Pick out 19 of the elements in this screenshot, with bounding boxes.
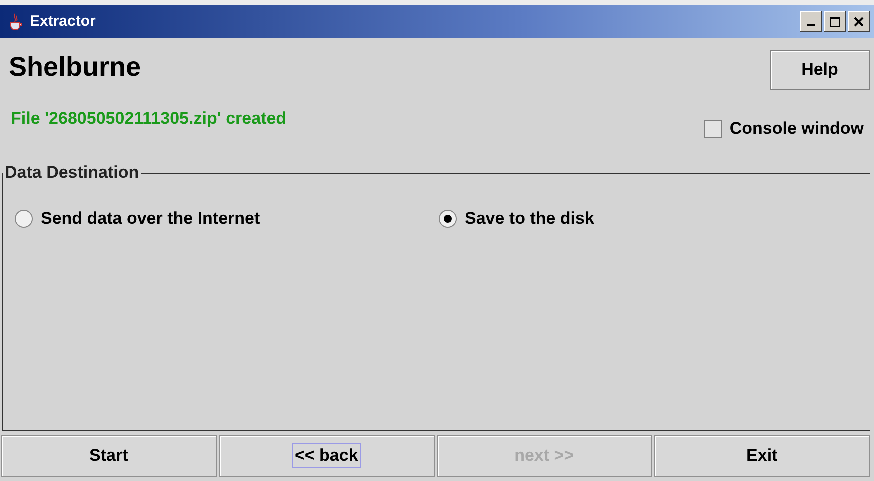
checkbox[interactable] — [704, 120, 722, 138]
nav-button[interactable]: Exit — [654, 435, 870, 477]
radio-option[interactable]: Send data over the Internet — [15, 209, 439, 229]
cup-icon — [8, 12, 24, 30]
console-window-checkbox[interactable]: Console window — [704, 119, 864, 139]
app-heading: Shelburne — [9, 52, 142, 83]
nav-button[interactable]: << back — [218, 435, 434, 477]
minimize-button[interactable] — [800, 11, 822, 32]
nav-button[interactable]: Start — [1, 435, 217, 477]
window-title: Extractor — [30, 13, 97, 30]
group-title: Data Destination — [4, 163, 140, 183]
maximize-button[interactable] — [824, 11, 846, 32]
close-button[interactable] — [848, 11, 870, 32]
radio-option[interactable]: Save to the disk — [439, 209, 863, 229]
help-button[interactable]: Help — [770, 50, 870, 90]
status-message: File '268050502111305.zip' created — [11, 109, 287, 129]
maximize-icon — [830, 16, 840, 26]
minimize-icon — [807, 24, 815, 26]
close-icon — [854, 16, 864, 26]
